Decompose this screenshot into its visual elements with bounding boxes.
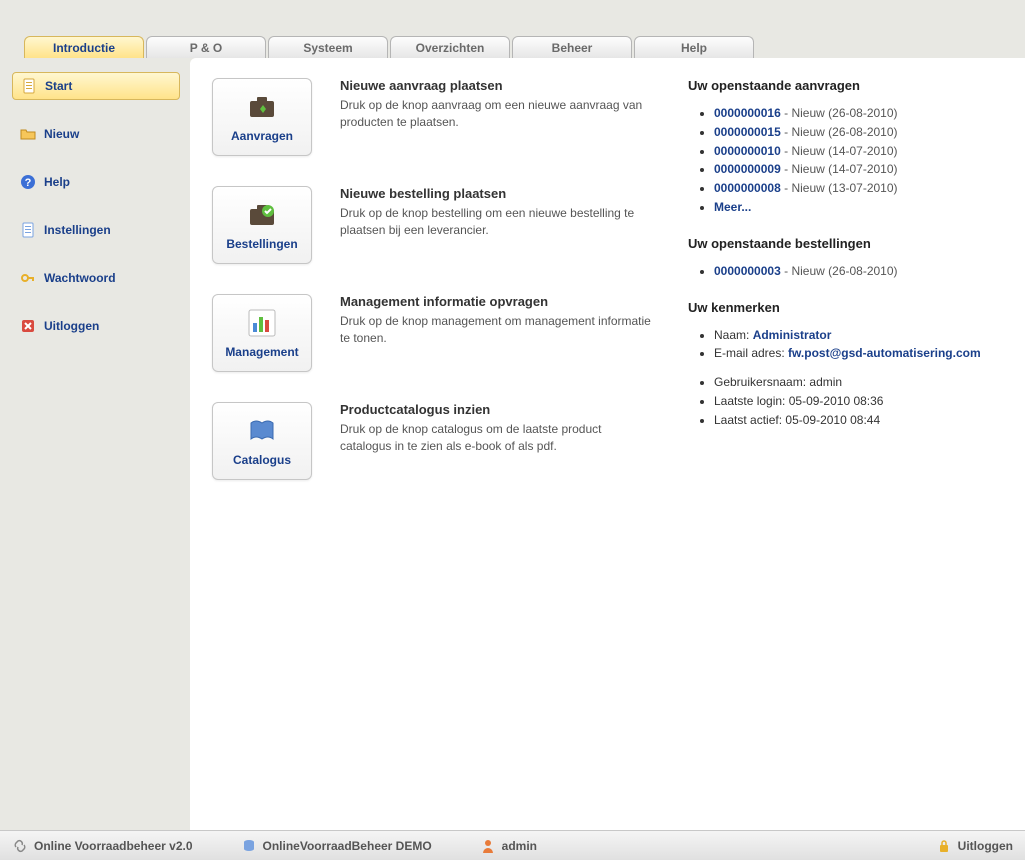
tile-title: Nieuwe bestelling plaatsen (340, 186, 652, 201)
status-bar: Online Voorraadbeheer v2.0 OnlineVoorraa… (0, 830, 1025, 860)
tab-overzichten[interactable]: Overzichten (390, 36, 510, 58)
briefcase-check-icon (246, 199, 278, 231)
attrs-list: Naam: Administrator E-mail adres: fw.pos… (714, 327, 1003, 363)
sidebar: Start Nieuw ? Help Instellingen Wachtwoo… (0, 58, 190, 830)
top-tab-bar: Introductie P & O Systeem Overzichten Be… (0, 0, 1025, 58)
tile-catalogus[interactable]: Catalogus (212, 402, 312, 480)
tab-help[interactable]: Help (634, 36, 754, 58)
footer-app: Online Voorraadbeheer v2.0 (12, 838, 193, 854)
tile-bestellingen[interactable]: Bestellingen (212, 186, 312, 264)
tile-desc: Druk op de knop management om management… (340, 313, 652, 347)
list-item: 0000000010 - Nieuw (14-07-2010) (714, 143, 1003, 160)
help-icon: ? (20, 174, 36, 190)
footer-db: OnlineVoorraadBeheer DEMO (241, 838, 432, 854)
sidebar-item-start[interactable]: Start (12, 72, 180, 100)
footer-db-name: OnlineVoorraadBeheer DEMO (263, 839, 432, 853)
user-name-link[interactable]: Administrator (753, 328, 832, 342)
attrs-list-2: Gebruikersnaam: admin Laatste login: 05-… (714, 374, 1003, 428)
footer-logout-label: Uitloggen (958, 839, 1013, 853)
tab-introductie[interactable]: Introductie (24, 36, 144, 58)
book-icon (246, 415, 278, 447)
request-link[interactable]: 0000000015 (714, 125, 781, 139)
tile-label: Catalogus (233, 453, 291, 467)
list-item: 0000000015 - Nieuw (26-08-2010) (714, 124, 1003, 141)
list-item: 0000000009 - Nieuw (14-07-2010) (714, 161, 1003, 178)
sidebar-item-label: Wachtwoord (44, 271, 116, 285)
tab-label: Help (681, 41, 707, 55)
tile-desc: Druk op de knop catalogus om de laatste … (340, 421, 652, 455)
document-icon (21, 78, 37, 94)
tile-title: Nieuwe aanvraag plaatsen (340, 78, 652, 93)
list-item: 0000000016 - Nieuw (26-08-2010) (714, 105, 1003, 122)
sidebar-item-wachtwoord[interactable]: Wachtwoord (12, 264, 180, 292)
list-item: Laatst actief: 05-09-2010 08:44 (714, 412, 1003, 429)
tile-title: Management informatie opvragen (340, 294, 652, 309)
sidebar-item-label: Uitloggen (44, 319, 99, 333)
order-link[interactable]: 0000000003 (714, 264, 781, 278)
settings-doc-icon (20, 222, 36, 238)
user-email-link[interactable]: fw.post@gsd-automatisering.com (788, 346, 981, 360)
open-orders-list: 0000000003 - Nieuw (26-08-2010) (714, 263, 1003, 280)
open-orders-heading: Uw openstaande bestellingen (688, 236, 1003, 251)
open-requests-heading: Uw openstaande aanvragen (688, 78, 1003, 93)
tab-label: P & O (190, 41, 222, 55)
request-link[interactable]: 0000000016 (714, 106, 781, 120)
footer-app-name: Online Voorraadbeheer v2.0 (34, 839, 193, 853)
list-item: 0000000003 - Nieuw (26-08-2010) (714, 263, 1003, 280)
key-icon (20, 270, 36, 286)
list-item: E-mail adres: fw.post@gsd-automatisering… (714, 345, 1003, 362)
sidebar-item-nieuw[interactable]: Nieuw (12, 120, 180, 148)
tab-po[interactable]: P & O (146, 36, 266, 58)
tab-label: Overzichten (416, 41, 485, 55)
tile-label: Management (225, 345, 298, 359)
tile-desc: Druk op de knop aanvraag om een nieuwe a… (340, 97, 652, 131)
briefcase-arrow-icon (246, 91, 278, 123)
tile-label: Bestellingen (226, 237, 297, 251)
footer-logout[interactable]: Uitloggen (936, 838, 1013, 854)
sidebar-item-help[interactable]: ? Help (12, 168, 180, 196)
tile-label: Aanvragen (231, 129, 293, 143)
open-requests-list: 0000000016 - Nieuw (26-08-2010) 00000000… (714, 105, 1003, 216)
sidebar-item-label: Instellingen (44, 223, 111, 237)
tab-label: Introductie (53, 41, 115, 55)
user-icon (480, 838, 496, 854)
sidebar-item-uitloggen[interactable]: Uitloggen (12, 312, 180, 340)
list-item: Gebruikersnaam: admin (714, 374, 1003, 391)
request-link[interactable]: 0000000008 (714, 181, 781, 195)
footer-user: admin (480, 838, 537, 854)
tile-title: Productcatalogus inzien (340, 402, 652, 417)
tile-aanvragen[interactable]: Aanvragen (212, 78, 312, 156)
tab-beheer[interactable]: Beheer (512, 36, 632, 58)
list-item: Laatste login: 05-09-2010 08:36 (714, 393, 1003, 410)
sidebar-item-instellingen[interactable]: Instellingen (12, 216, 180, 244)
lock-icon (936, 838, 952, 854)
attrs-heading: Uw kenmerken (688, 300, 1003, 315)
database-icon (241, 838, 257, 854)
link-icon (12, 838, 28, 854)
tile-management[interactable]: Management (212, 294, 312, 372)
footer-user-name: admin (502, 839, 537, 853)
sidebar-item-label: Nieuw (44, 127, 79, 141)
svg-text:?: ? (25, 177, 32, 189)
list-item: Meer... (714, 199, 1003, 216)
tile-desc: Druk op de knop bestelling om een nieuwe… (340, 205, 652, 239)
content-area: Aanvragen Nieuwe aanvraag plaatsen Druk … (190, 58, 1025, 830)
bar-chart-icon (246, 307, 278, 339)
more-requests-link[interactable]: Meer... (714, 200, 751, 214)
list-item: 0000000008 - Nieuw (13-07-2010) (714, 180, 1003, 197)
tab-systeem[interactable]: Systeem (268, 36, 388, 58)
close-icon (20, 318, 36, 334)
folder-open-icon (20, 126, 36, 142)
sidebar-item-label: Help (44, 175, 70, 189)
tab-label: Beheer (552, 41, 593, 55)
tab-label: Systeem (303, 41, 352, 55)
sidebar-item-label: Start (45, 79, 72, 93)
list-item: Naam: Administrator (714, 327, 1003, 344)
request-link[interactable]: 0000000009 (714, 162, 781, 176)
request-link[interactable]: 0000000010 (714, 144, 781, 158)
